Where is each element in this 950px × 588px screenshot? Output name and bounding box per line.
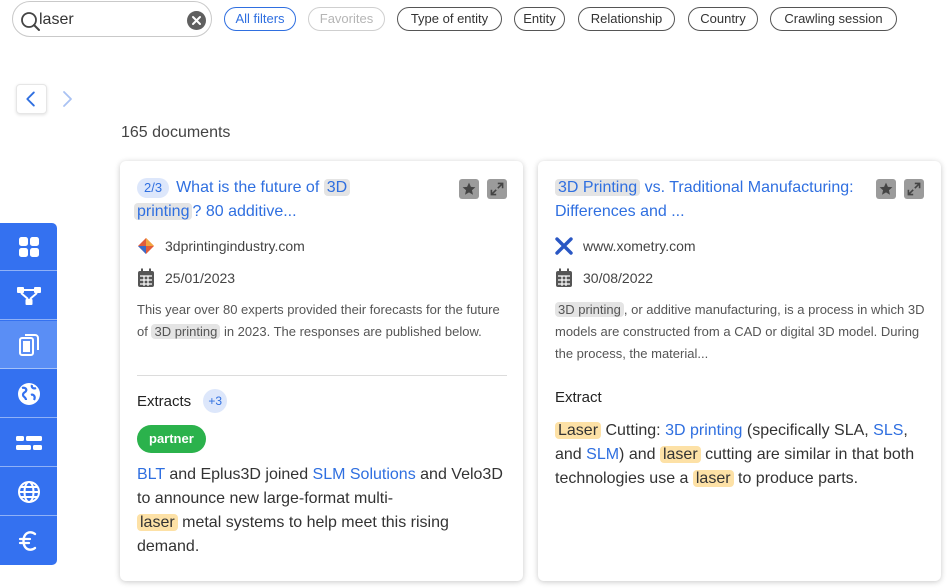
entity-link[interactable]: 3D printing — [665, 422, 742, 439]
grid-icon — [18, 236, 39, 257]
filter-crawling-session[interactable]: Crawling session — [770, 7, 897, 31]
search-box[interactable] — [12, 1, 212, 37]
date: 25/01/2023 — [137, 268, 235, 288]
filter-type-of-entity[interactable]: Type of entity — [397, 7, 502, 31]
source: www.xometry.com — [555, 237, 696, 255]
sidebar-item-network[interactable] — [0, 272, 57, 320]
calendar-icon — [138, 268, 154, 287]
euro-icon — [18, 531, 36, 551]
chevron-right-icon — [63, 91, 72, 107]
filter-all-filters[interactable]: All filters — [224, 7, 296, 31]
more-extracts-badge[interactable]: +3 — [203, 389, 228, 413]
expand-button[interactable] — [487, 179, 507, 199]
tags-icon — [15, 435, 42, 450]
sidebar-item-globe[interactable] — [0, 468, 57, 516]
source: 3dprintingindustry.com — [137, 237, 305, 255]
extract-text: BLT and Eplus3D joined SLM Solutions and… — [137, 466, 503, 555]
entity-link[interactable]: SLM — [586, 446, 619, 463]
search-input[interactable] — [39, 9, 179, 31]
entity-link[interactable]: SLS — [873, 422, 903, 439]
date: 30/08/2022 — [555, 268, 653, 288]
expand-icon — [490, 182, 504, 196]
chevron-left-icon — [26, 91, 35, 107]
document-title[interactable]: 2/3 What is the future of 3D printing? 80 … — [134, 176, 437, 224]
document-card[interactable]: 2/3 What is the future of 3D printing? 80 … — [120, 161, 523, 581]
document-title[interactable]: 3D Printing vs. Traditional Manufacturin… — [555, 176, 855, 224]
calendar-icon — [556, 268, 572, 287]
sidebar-item-tags[interactable] — [0, 419, 57, 467]
sidebar-item-documents[interactable] — [0, 321, 57, 369]
previous-page-button[interactable] — [16, 84, 47, 114]
extracts-header: Extracts +3 — [137, 389, 228, 413]
globe-americas-icon — [17, 382, 40, 405]
expand-button[interactable] — [904, 179, 924, 199]
star-icon — [462, 182, 476, 195]
publish-date: 25/01/2023 — [165, 270, 236, 286]
documents-icon — [18, 333, 39, 356]
extract-text: Laser Cutting: 3D printing (specifically… — [555, 422, 915, 487]
divider — [137, 375, 507, 376]
favorite-button[interactable] — [876, 179, 896, 199]
sidebar-item-dashboard[interactable] — [0, 223, 57, 271]
site-logo-icon — [138, 238, 154, 254]
snippet: This year over 80 experts provided their… — [137, 302, 500, 339]
source-domain[interactable]: 3dprintingindustry.com — [165, 238, 305, 254]
network-icon — [16, 286, 41, 305]
relationship-tag: partner — [137, 425, 206, 453]
globe-grid-icon — [17, 480, 40, 503]
site-logo-icon — [555, 237, 573, 255]
search-icon — [21, 12, 40, 31]
expand-icon — [907, 182, 921, 196]
next-page-button[interactable] — [57, 88, 77, 110]
favorite-button[interactable] — [459, 179, 479, 199]
filter-relationship[interactable]: Relationship — [578, 7, 675, 31]
entity-link[interactable]: BLT — [137, 466, 165, 483]
sidebar-item-funding[interactable] — [0, 517, 57, 565]
source-domain[interactable]: www.xometry.com — [583, 238, 696, 254]
document-count: 165 documents — [121, 124, 231, 141]
sidebar — [0, 223, 57, 565]
extract-header: Extract — [555, 389, 602, 406]
page-badge: 2/3 — [137, 178, 170, 198]
clear-search-icon[interactable] — [187, 11, 206, 30]
filter-favorites[interactable]: Favorites — [308, 7, 385, 31]
entity-link[interactable]: SLM Solutions — [313, 466, 416, 483]
filter-country[interactable]: Country — [688, 7, 758, 31]
publish-date: 30/08/2022 — [583, 270, 654, 286]
snippet: 3D printing, or additive manufacturing, … — [555, 302, 925, 361]
filter-entity[interactable]: Entity — [514, 7, 565, 31]
document-card[interactable]: 3D Printing vs. Traditional Manufacturin… — [538, 161, 941, 581]
sidebar-item-map[interactable] — [0, 370, 57, 418]
star-icon — [879, 182, 893, 195]
